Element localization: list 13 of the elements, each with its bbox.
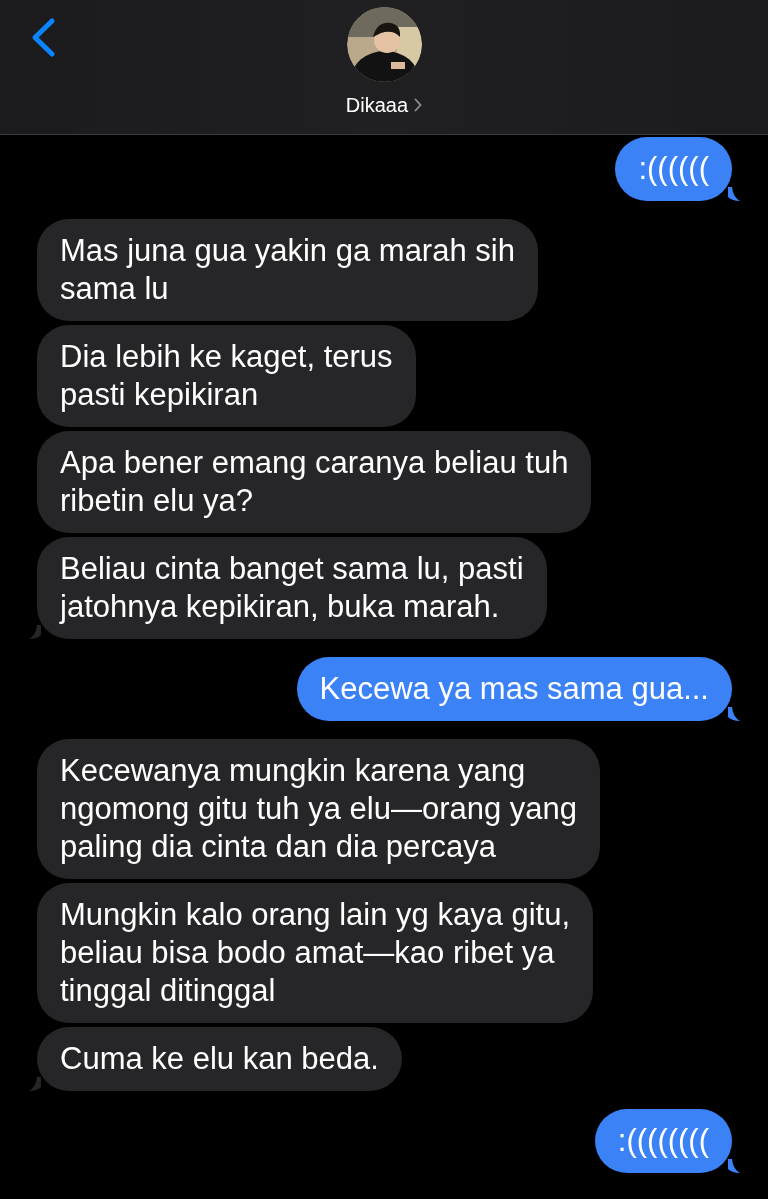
- message-bubble: :((((((((: [594, 1109, 732, 1173]
- contact-name[interactable]: Dikaaa: [345, 90, 409, 120]
- back-icon[interactable]: [30, 17, 56, 58]
- message-bubble: Cuma ke elu kan beda.: [37, 1027, 402, 1091]
- message-bubble: Kecewanya mungkin karena yang ngomong gitu tuh ya elu—orang yang paling dia cinta dan dia percaya: [37, 739, 601, 879]
- message-bubble: Apa bener emang caranya beliau tuh ribetin elu ya?: [37, 431, 592, 533]
- chevron-right-icon: [414, 98, 423, 112]
- message-bubble: Dia lebih ke kaget, terus pasti kepikiran: [37, 325, 416, 427]
- message-bubble: Kecewa ya mas sama gua...: [296, 657, 732, 721]
- message-bubble: Mas juna gua yakin ga marah sih sama lu: [37, 219, 538, 321]
- message-bubble: Beliau cinta banget sama lu, pasti jatohnya kepikiran, buka marah.: [37, 537, 547, 639]
- message-bubble: Mungkin kalo orang lain yg kaya gitu, beliau bisa bodo amat—kao ribet ya tinggal ditinggal: [37, 883, 594, 1023]
- message-bubble: :((((((: [615, 137, 732, 201]
